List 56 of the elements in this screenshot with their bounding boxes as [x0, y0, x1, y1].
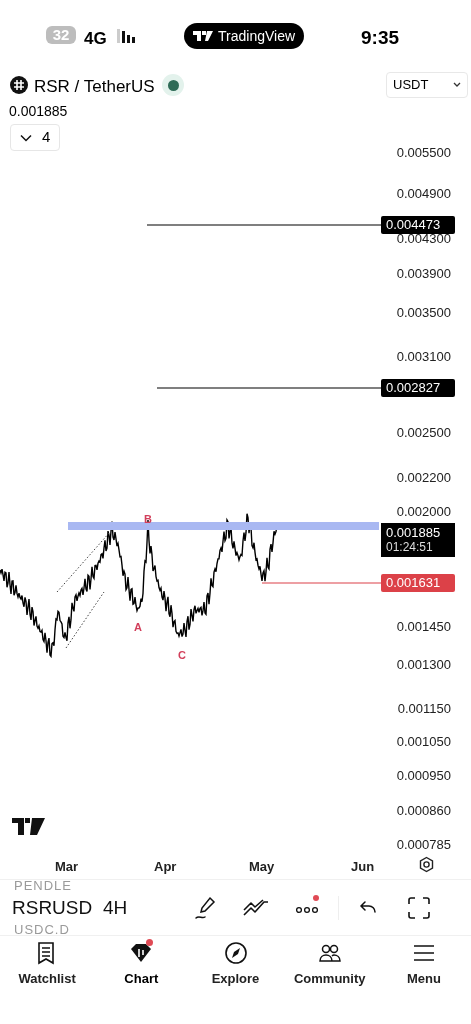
time-axis-label: Apr: [154, 858, 177, 876]
logo-icon: [193, 31, 213, 41]
nav-tab[interactable]: Explore: [188, 938, 283, 989]
nav-tab[interactable]: Watchlist: [0, 938, 95, 989]
interval-button[interactable]: 4H: [103, 896, 128, 920]
app-name: TradingView: [218, 26, 296, 46]
price-axis-label: 0.001050: [395, 733, 451, 751]
wave-label: B: [144, 512, 152, 527]
price-axis-label: 0.003100: [395, 348, 451, 366]
signal-icon: [117, 29, 137, 43]
symbol-button[interactable]: RSRUSD: [12, 896, 93, 920]
wave-label: A: [134, 620, 142, 635]
symbol-label: USDC.D: [14, 923, 70, 936]
wave-label: C: [178, 648, 186, 663]
indicators-toggle[interactable]: 4: [10, 124, 61, 151]
battery-indicator: 32: [46, 26, 76, 44]
logo-icon: [12, 818, 45, 835]
clock: 9:35: [361, 26, 400, 50]
price-axis-label: 0.000860: [395, 802, 451, 820]
price-axis-label: 0.000950: [395, 767, 451, 785]
price-axis-label: 0.002200: [395, 469, 451, 487]
price-axis-label: 0.002000: [395, 503, 451, 521]
symbol-title: RSR / TetherUS: [34, 76, 155, 98]
time-axis-label: Mar: [55, 858, 79, 876]
price-axis-label: 0.001150: [396, 700, 451, 718]
last-price: 0.001885: [9, 102, 68, 121]
nav-tab[interactable]: Community: [282, 938, 377, 989]
current-price: 0.001885: [386, 525, 442, 540]
symbol-label: PENDLE: [14, 879, 73, 892]
price-axis-label: 0.005500: [395, 144, 451, 162]
nav-tab[interactable]: Chart: [94, 938, 189, 989]
zigzag-icon[interactable]: [243, 899, 269, 917]
price-axis-label: 0.004900: [395, 185, 451, 203]
time-axis-label: May: [249, 858, 275, 876]
price-axis-label: 0.002500: [395, 424, 451, 442]
price-axis-label: 0.001300: [395, 656, 451, 674]
settings-icon[interactable]: [418, 856, 435, 873]
time-axis-label: Jun: [351, 858, 375, 876]
price-tag: 0.004473: [381, 216, 455, 234]
nav-tab[interactable]: Menu: [376, 938, 471, 989]
undo-icon[interactable]: [359, 900, 377, 914]
chevron-icon: [20, 133, 32, 142]
price-axis-label: 0.003500: [395, 304, 451, 322]
price-axis-label: 0.003900: [395, 265, 451, 283]
chevron-icon: [453, 82, 461, 88]
currency-dropdown[interactable]: USDT: [386, 72, 468, 98]
network-label: 4G: [84, 28, 107, 50]
fullscreen-icon[interactable]: [408, 897, 430, 919]
price-axis-label: 0.000785: [395, 836, 451, 854]
pen-icon[interactable]: [194, 896, 218, 920]
price-axis-label: 0.001450: [395, 618, 451, 636]
hash-icon: [10, 76, 28, 94]
candle-countdown: 01:24:51: [386, 540, 434, 555]
price-tag: 0.001631: [381, 574, 455, 592]
price-tag: 0.002827: [381, 379, 455, 397]
compass-icon: [223, 941, 248, 965]
